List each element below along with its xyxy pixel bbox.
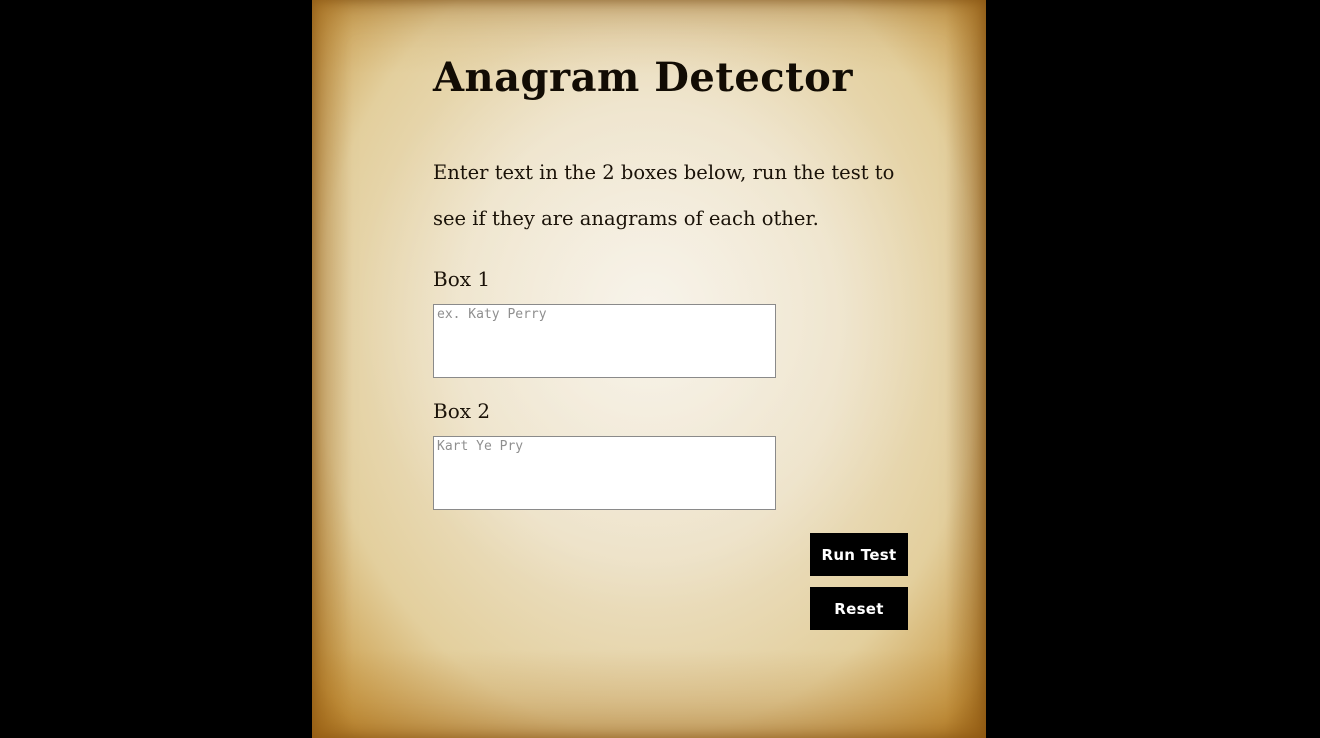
box-1-label: Box 1	[433, 267, 491, 291]
run-test-button[interactable]: Run Test	[810, 533, 908, 576]
page-title: Anagram Detector	[433, 54, 853, 101]
box-2-input[interactable]	[433, 436, 776, 510]
intro-text: Enter text in the 2 boxes below, run the…	[433, 161, 895, 230]
box-2-label: Box 2	[433, 399, 491, 423]
box-1-input[interactable]	[433, 304, 776, 378]
page-background: Anagram Detector Enter text in the 2 box…	[0, 0, 1320, 738]
reset-button[interactable]: Reset	[810, 587, 908, 630]
